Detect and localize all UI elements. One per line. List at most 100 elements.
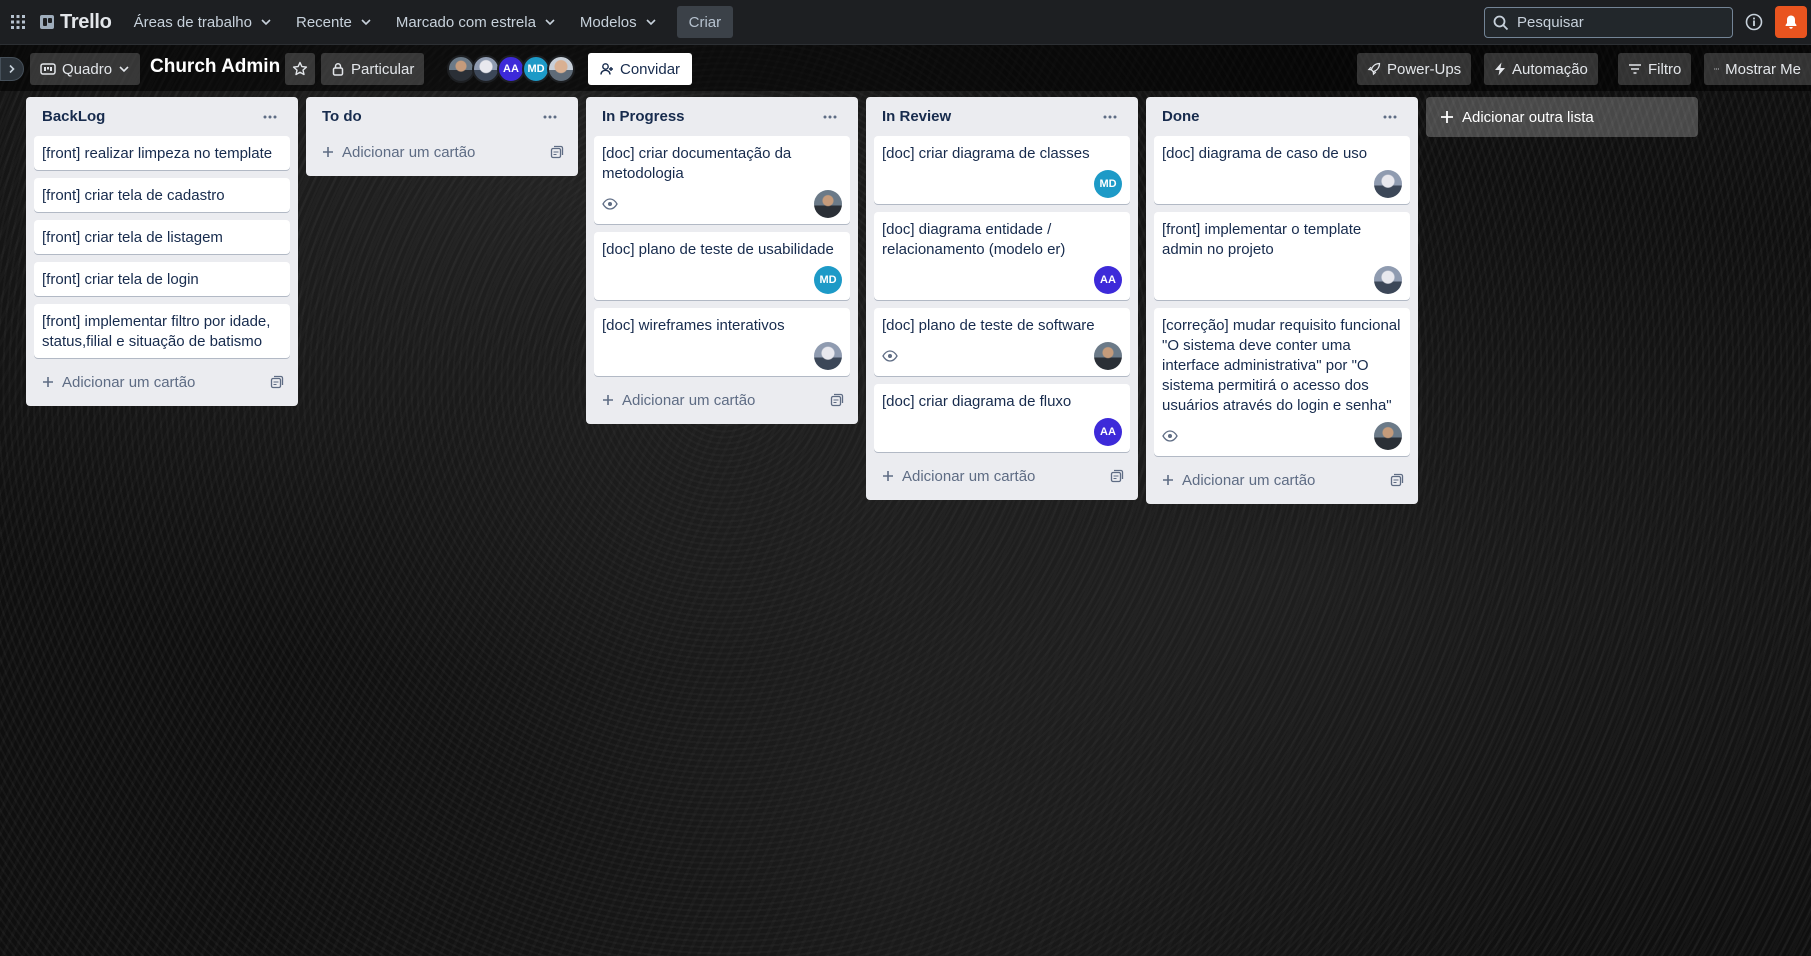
card-badges — [1162, 170, 1402, 198]
card-title: [front] realizar limpeza no template — [42, 145, 273, 162]
notifications-button[interactable] — [1775, 6, 1807, 38]
view-switcher-button[interactable]: Quadro — [30, 53, 141, 85]
info-icon[interactable] — [1742, 10, 1766, 34]
template-card-icon[interactable] — [550, 145, 564, 159]
add-card-button[interactable]: Adicionar um cartão — [34, 366, 290, 398]
add-list-button[interactable]: Adicionar outra lista — [1426, 97, 1698, 137]
card[interactable]: [front] criar tela de login — [34, 262, 290, 296]
card[interactable]: [doc] criar documentação da metodologia — [594, 136, 850, 224]
search-input[interactable] — [1517, 14, 1707, 31]
list-title[interactable]: To do — [322, 108, 362, 125]
list-header: In Progress — [594, 97, 850, 136]
member-avatar[interactable]: MD — [522, 55, 550, 83]
card-member-avatar[interactable] — [814, 342, 842, 370]
search-box[interactable] — [1484, 7, 1733, 38]
card[interactable]: [doc] diagrama de caso de uso — [1154, 136, 1410, 204]
nav-workspaces[interactable]: Áreas de trabalho — [122, 6, 284, 38]
list-title[interactable]: Done — [1162, 108, 1200, 125]
lock-icon — [332, 63, 344, 76]
more-icon[interactable] — [536, 103, 564, 131]
card[interactable]: [front] implementar o template admin no … — [1154, 212, 1410, 300]
card[interactable]: [front] realizar limpeza no template — [34, 136, 290, 170]
list-header: To do — [314, 97, 570, 136]
card-member-avatar[interactable]: AA — [1094, 266, 1122, 294]
logo-text: Trello — [60, 10, 112, 33]
powerups-button[interactable]: Power-Ups — [1357, 53, 1472, 85]
nav-recent[interactable]: Recente — [284, 6, 384, 38]
nav-starred[interactable]: Marcado com estrela — [384, 6, 568, 38]
card-member-avatar[interactable]: MD — [1094, 170, 1122, 198]
card[interactable]: [doc] plano de teste de software — [874, 308, 1130, 376]
card-member-avatar[interactable] — [1374, 266, 1402, 294]
filter-button[interactable]: Filtro — [1618, 53, 1692, 85]
board-title[interactable]: Church Admin — [150, 56, 280, 78]
template-card-icon[interactable] — [270, 375, 284, 389]
card-title: [doc] plano de teste de software — [882, 317, 1095, 334]
list-title[interactable]: In Progress — [602, 108, 685, 125]
add-card-button[interactable]: Adicionar um cartão — [594, 384, 850, 416]
list-done: Done [doc] diagrama de caso de uso [fron… — [1146, 97, 1418, 504]
card[interactable]: [front] implementar filtro por idade, st… — [34, 304, 290, 358]
card-title: [front] criar tela de listagem — [42, 229, 223, 246]
invite-button[interactable]: Convidar — [588, 53, 693, 85]
board-header: Quadro Church Admin Particular AA MD Con… — [0, 45, 1811, 91]
add-card-button[interactable]: Adicionar um cartão — [1154, 464, 1410, 496]
card[interactable]: [doc] wireframes interativos — [594, 308, 850, 376]
member-avatar[interactable] — [447, 55, 475, 83]
plus-icon — [1163, 475, 1173, 485]
trello-logo[interactable]: Trello — [36, 0, 122, 45]
card[interactable]: [front] criar tela de cadastro — [34, 178, 290, 212]
card[interactable]: [doc] criar diagrama de fluxo AA — [874, 384, 1130, 452]
top-header: Trello Áreas de trabalho Recente Marcado… — [0, 0, 1811, 45]
list-title[interactable]: In Review — [882, 108, 951, 125]
create-button[interactable]: Criar — [676, 6, 734, 38]
card-title: [doc] criar diagrama de classes — [882, 145, 1090, 162]
template-card-icon[interactable] — [1110, 469, 1124, 483]
app-switcher-icon[interactable] — [0, 0, 36, 45]
member-avatar[interactable] — [472, 55, 500, 83]
card-member-avatar[interactable] — [1094, 342, 1122, 370]
star-button[interactable] — [285, 53, 315, 85]
card[interactable]: [doc] diagrama entidade / relacionamento… — [874, 212, 1130, 300]
more-icon[interactable] — [256, 103, 284, 131]
nav-templates[interactable]: Modelos — [568, 6, 669, 38]
automation-button[interactable]: Automação — [1484, 53, 1598, 85]
card-member-avatar[interactable] — [1374, 170, 1402, 198]
card[interactable]: [doc] plano de teste de usabilidade MD — [594, 232, 850, 300]
card-badges: AA — [882, 418, 1122, 446]
card-badges: AA — [882, 266, 1122, 294]
add-card-button[interactable]: Adicionar um cartão — [314, 136, 570, 168]
add-card-button[interactable]: Adicionar um cartão — [874, 460, 1130, 492]
chevron-down-icon — [545, 19, 555, 26]
show-menu-button[interactable]: Mostrar Me — [1704, 53, 1811, 85]
more-icon[interactable] — [816, 103, 844, 131]
member-avatar[interactable]: AA — [497, 55, 525, 83]
more-icon[interactable] — [1376, 103, 1404, 131]
card-title: [doc] diagrama de caso de uso — [1162, 145, 1368, 162]
card-member-avatar[interactable] — [1374, 422, 1402, 450]
lightning-icon — [1495, 62, 1505, 76]
card[interactable]: [front] criar tela de listagem — [34, 220, 290, 254]
card[interactable]: [doc] criar diagrama de classes MD — [874, 136, 1130, 204]
card-member-avatar[interactable] — [814, 190, 842, 218]
card[interactable]: [correção] mudar requisito funcional "O … — [1154, 308, 1410, 456]
star-icon — [292, 61, 308, 76]
template-card-icon[interactable] — [830, 393, 844, 407]
member-avatar[interactable] — [547, 55, 575, 83]
filter-icon — [1629, 64, 1641, 74]
list-title[interactable]: BackLog — [42, 108, 105, 125]
avatar-initials: AA — [1100, 274, 1116, 286]
sidebar-toggle[interactable] — [0, 57, 24, 81]
more-icon[interactable] — [1096, 103, 1124, 131]
card-member-avatar[interactable]: MD — [814, 266, 842, 294]
template-card-icon[interactable] — [1390, 473, 1404, 487]
card-title: [correção] mudar requisito funcional "O … — [1162, 317, 1401, 414]
powerups-label: Power-Ups — [1387, 60, 1462, 78]
eye-icon — [1162, 430, 1178, 442]
visibility-button[interactable]: Particular — [321, 53, 425, 85]
avatar-initials: MD — [819, 274, 837, 286]
board-view-icon — [40, 63, 56, 75]
card-title: [doc] plano de teste de usabilidade — [602, 241, 834, 258]
card-title: [doc] criar documentação da metodologia — [602, 145, 792, 182]
card-member-avatar[interactable]: AA — [1094, 418, 1122, 446]
